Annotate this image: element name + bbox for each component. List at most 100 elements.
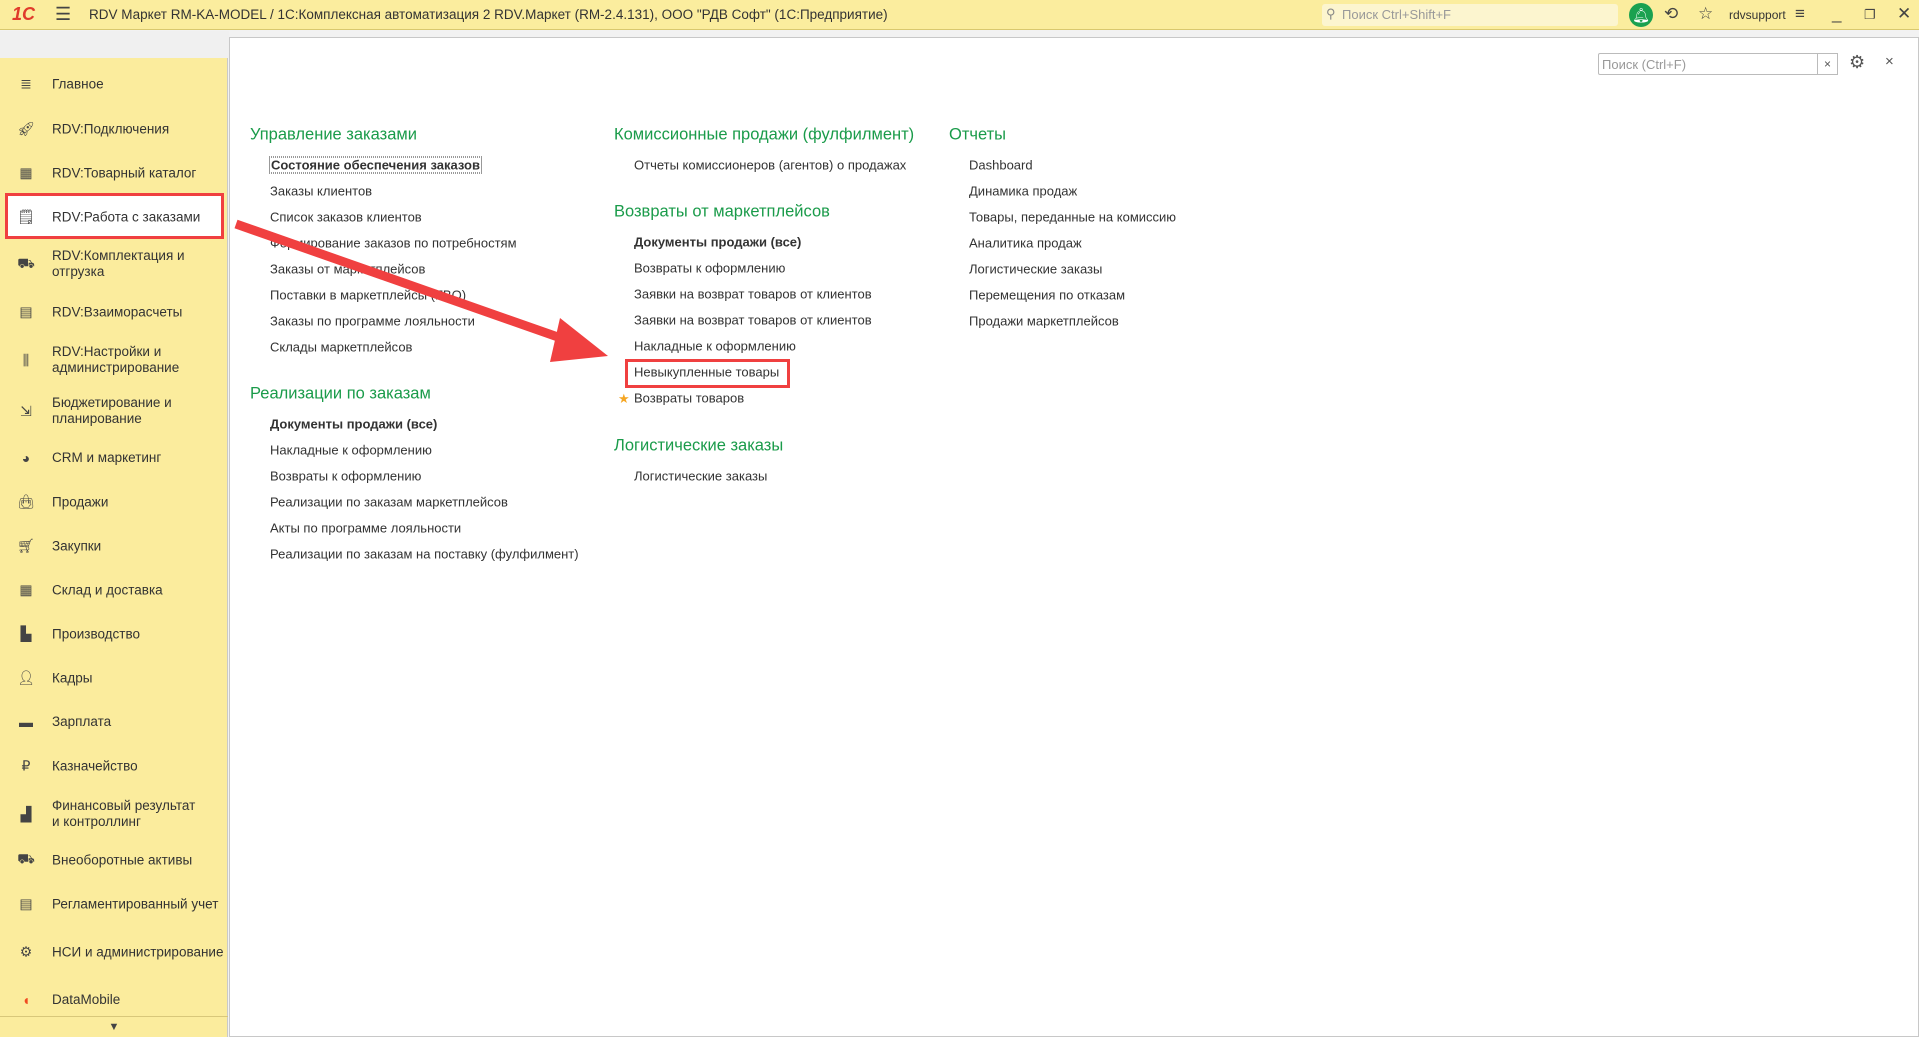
settings-menu-icon[interactable]: ≡ — [1795, 4, 1805, 24]
sidebar-scroll-down-button[interactable]: ▼ — [0, 1016, 228, 1037]
sidebar-item-label: CRM и маркетинг — [52, 450, 162, 465]
history-icon[interactable]: ⟲ — [1664, 4, 1678, 24]
nav-link[interactable]: Накладные к оформлению — [270, 443, 432, 458]
nav-link[interactable]: Логистические заказы — [634, 469, 767, 484]
favorites-star-icon[interactable]: ☆ — [1698, 4, 1713, 24]
nav-link[interactable]: Склады маркетплейсов — [270, 340, 412, 355]
nav-link[interactable]: Возвраты к оформлению — [634, 261, 785, 276]
sidebar-item[interactable]: ⫼ RDV:Настройки и администрирование — [0, 344, 228, 376]
nav-link[interactable]: Заявки на возврат товаров от клиентов — [634, 287, 872, 302]
user-name[interactable]: rdvsupport — [1729, 8, 1786, 22]
nav-link[interactable]: Аналитика продаж — [969, 236, 1082, 251]
sidebar-item[interactable]: ⛟ Внеоборотные активы — [0, 851, 228, 870]
pie-icon: ◕ — [21, 450, 31, 466]
section-heading: Управление заказами — [250, 125, 417, 144]
sliders-icon: ⫼ — [22, 351, 30, 368]
sidebar-item[interactable]: ▦ RDV:Товарный каталог — [0, 165, 228, 182]
sidebar-item[interactable]: ◖ DataMobile — [0, 992, 228, 1008]
sidebar-item[interactable]: ◕ CRM и маркетинг — [0, 450, 228, 466]
search-placeholder: Поиск Ctrl+Shift+F — [1342, 7, 1451, 22]
nav-link[interactable]: Продажи маркетплейсов — [969, 314, 1119, 329]
nav-link[interactable]: Возвраты к оформлению — [270, 469, 421, 484]
section-heading: Отчеты — [949, 125, 1007, 144]
nav-link[interactable]: Реализации по заказам маркетплейсов — [270, 495, 508, 510]
restore-icon[interactable]: ❐ — [1864, 7, 1876, 23]
sidebar-item[interactable]: ▙ Производство — [0, 626, 228, 643]
bar-chart-icon: ▟ — [20, 805, 32, 822]
nav-link[interactable]: Формирование заказов по потребностям — [270, 236, 517, 251]
sidebar-item-label: Внеоборотные активы — [52, 852, 193, 867]
sidebar-item[interactable]: 🚀︎ RDV:Подключения — [0, 121, 228, 138]
nav-link[interactable]: Dashboard — [969, 158, 1033, 173]
nav-link[interactable]: Динамика продаж — [969, 184, 1077, 199]
sidebar-item[interactable]: ≣ Главное — [0, 76, 228, 93]
nav-link[interactable]: Логистические заказы — [969, 262, 1102, 277]
nav-link[interactable]: Заявки на возврат товаров от клиентов — [634, 313, 872, 328]
nav-link[interactable]: Поставки в маркетплейсы (FBO) — [270, 288, 466, 303]
minimize-icon[interactable]: _ — [1832, 4, 1841, 24]
main-menu-icon[interactable]: ☰ — [55, 4, 71, 25]
panel-search-input[interactable]: Поиск (Ctrl+F) — [1598, 53, 1818, 75]
sidebar-item[interactable]: ▬ Зарплата — [0, 714, 228, 730]
sidebar-item-label: Зарплата — [52, 714, 112, 729]
gear-icon[interactable]: ⚙ — [1849, 52, 1865, 73]
sidebar-item[interactable]: ▤ RDV:Взаиморасчеты — [0, 304, 228, 321]
nav-link[interactable]: Акты по программе лояльности — [270, 521, 461, 536]
sidebar-item-label: RDV:Товарный каталог — [52, 165, 197, 180]
favorite-star-icon[interactable]: ★ — [618, 391, 630, 407]
nav-link[interactable]: Заказы клиентов — [270, 184, 372, 199]
sidebar-item-label: Кадры — [52, 670, 93, 685]
global-search-input[interactable]: ⚲ Поиск Ctrl+Shift+F — [1322, 4, 1618, 26]
highlight-box — [625, 359, 790, 388]
calculator-icon: ▤ — [19, 303, 33, 320]
close-panel-button[interactable]: × — [1885, 53, 1894, 70]
sidebar-item[interactable]: ⚙ НСИ и администрирование — [0, 944, 228, 961]
truck-icon: ⛟ — [17, 850, 35, 867]
sidebar-item[interactable]: ⛟ RDV:Комплектация и отгрузка — [0, 248, 228, 280]
nav-link[interactable]: Накладные к оформлению — [634, 339, 796, 354]
nav-link[interactable]: Возвраты товаров — [634, 391, 744, 406]
ruble-icon: ₽ — [21, 757, 31, 774]
grid-icon: ▦ — [19, 164, 33, 181]
nav-link[interactable]: Состояние обеспечения заказов — [269, 156, 482, 174]
sidebar-item[interactable]: 👜︎ Продажи — [0, 494, 228, 511]
window-title: RDV Маркет RM-KA-MODEL / 1С:Комплексная … — [89, 7, 888, 22]
nav-link[interactable]: Документы продажи (все) — [634, 235, 801, 250]
sidebar-item-label: Финансовый результат и контроллинг — [52, 798, 196, 829]
sidebar-item-label: Склад и доставка — [52, 582, 163, 597]
nav-link[interactable]: Документы продажи (все) — [270, 417, 437, 432]
section-heading: Реализации по заказам — [250, 384, 431, 403]
sidebar-item[interactable]: 🛒︎ Закупки — [0, 538, 228, 555]
sidebar-item-label: Бюджетирование и планирование — [52, 395, 172, 426]
nav-link[interactable]: Список заказов клиентов — [270, 210, 422, 225]
sidebar-item-label: Продажи — [52, 494, 109, 509]
sidebar-item[interactable]: 🗒︎ RDV:Работа с заказами — [0, 209, 228, 226]
sidebar-item-label: RDV:Настройки и администрирование — [52, 344, 180, 375]
warehouse-icon: ▦ — [19, 581, 33, 598]
menu-lines-icon: ≣ — [20, 75, 32, 92]
nav-link[interactable]: Перемещения по отказам — [969, 288, 1125, 303]
budget-chart-icon: ⇲ — [20, 402, 32, 419]
orders-doc-icon: 🗒︎ — [17, 208, 35, 225]
clear-search-button[interactable]: × — [1817, 53, 1838, 75]
cart-icon: 🛒︎ — [17, 537, 35, 554]
person-icon: 👤︎ — [17, 669, 35, 686]
nav-link[interactable]: Реализации по заказам на поставку (фулфи… — [270, 547, 579, 562]
section-heading: Логистические заказы — [614, 436, 784, 455]
sidebar-item[interactable]: ▤ Регламентированный учет — [0, 896, 228, 913]
sidebar-item[interactable]: ▦ Склад и доставка — [0, 582, 228, 599]
nav-link[interactable]: Заказы по программе лояльности — [270, 314, 475, 329]
nav-link[interactable]: Отчеты комиссионеров (агентов) о продажа… — [634, 158, 906, 173]
card-icon: ▬ — [19, 714, 33, 730]
close-window-icon[interactable]: ✕ — [1897, 4, 1911, 24]
sidebar-item[interactable]: ⇲ Бюджетирование и планирование — [0, 395, 228, 427]
sidebar-top-strip — [0, 31, 229, 58]
nav-link[interactable]: Заказы от маркетплейсов — [270, 262, 425, 277]
sidebar-item-label: DataMobile — [52, 992, 121, 1007]
cart-boxes-icon: ⛟ — [17, 254, 35, 271]
notifications-bell-icon[interactable]: 🔔︎ — [1629, 3, 1653, 27]
sidebar-item[interactable]: 👤︎ Кадры — [0, 670, 228, 687]
nav-link[interactable]: Товары, переданные на комиссию — [969, 210, 1176, 225]
sidebar-item[interactable]: ▟ Финансовый результат и контроллинг — [0, 798, 228, 830]
sidebar-item[interactable]: ₽ Казначейство — [0, 758, 228, 775]
